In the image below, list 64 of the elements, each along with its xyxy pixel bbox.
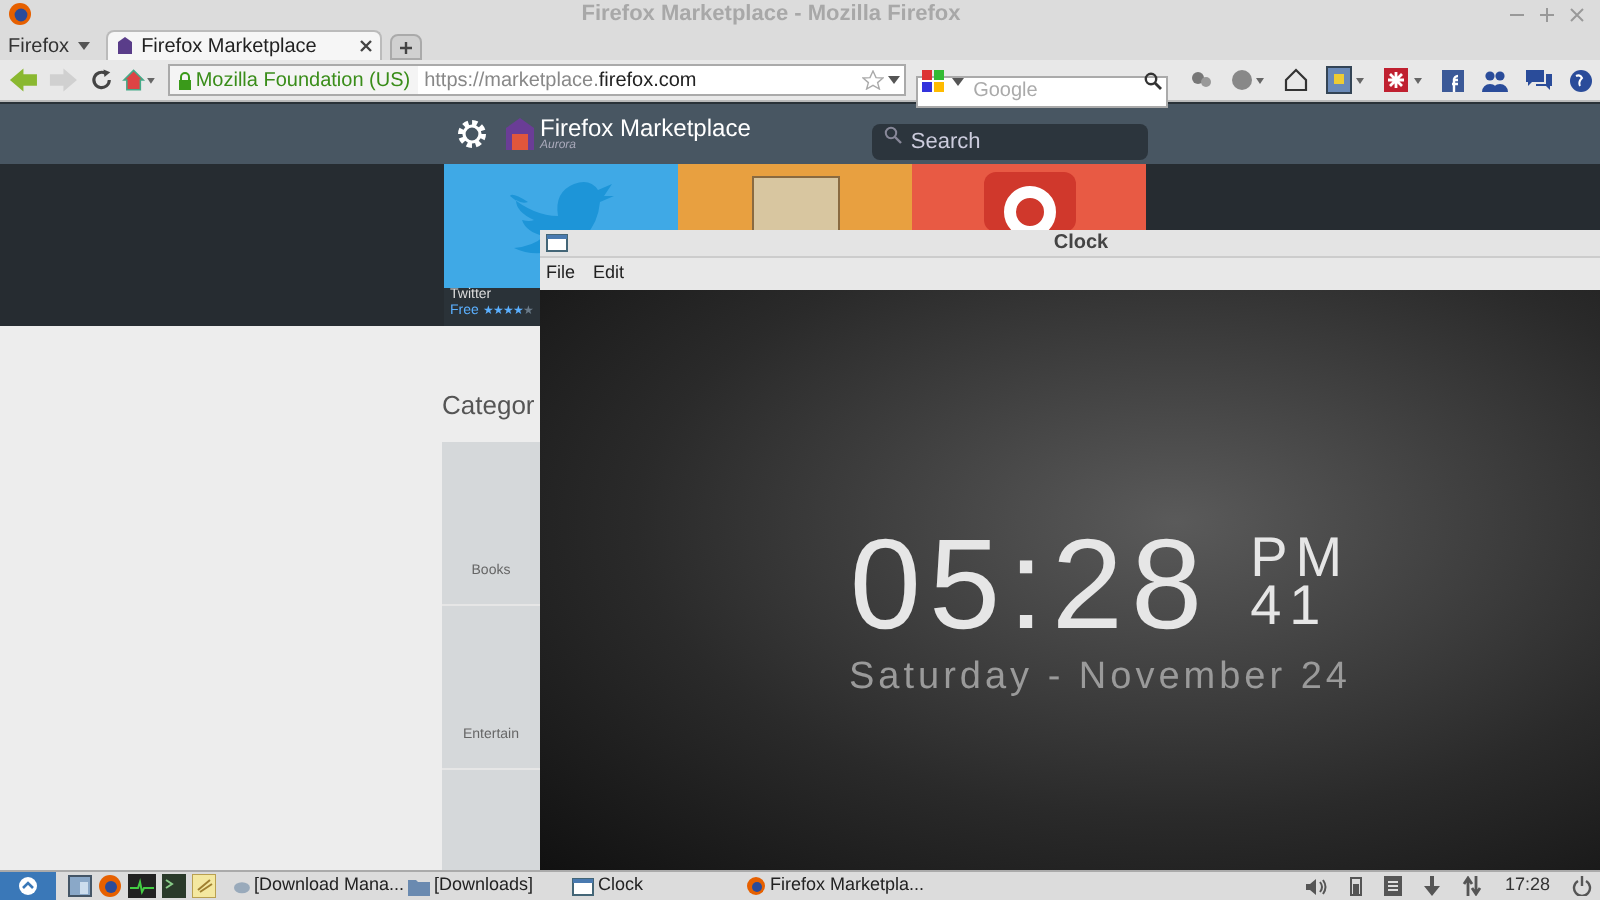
tab-label: Firefox Marketplace bbox=[141, 33, 319, 61]
terminal-icon[interactable] bbox=[162, 874, 186, 898]
chat-bubbles-icon[interactable] bbox=[1525, 69, 1552, 91]
caret-icon[interactable] bbox=[887, 76, 900, 84]
people-icon[interactable] bbox=[1481, 69, 1508, 91]
network-arrows-icon[interactable] bbox=[1462, 876, 1483, 896]
taskbar-task[interactable]: Firefox Marketpla... bbox=[746, 872, 946, 900]
web-search-input[interactable]: Google bbox=[915, 75, 1168, 107]
categories-heading: Categor bbox=[442, 388, 537, 424]
firefox-menu-button[interactable]: Firefox bbox=[0, 32, 98, 60]
speaker-icon[interactable] bbox=[1306, 877, 1329, 895]
add-on-icon[interactable] bbox=[1229, 68, 1266, 92]
firefox-logo-icon bbox=[8, 2, 32, 26]
clock-time[interactable]: 17:28 bbox=[1504, 872, 1550, 900]
new-tab-button[interactable] bbox=[389, 34, 422, 60]
search-icon[interactable] bbox=[1143, 72, 1162, 90]
reload-icon[interactable] bbox=[89, 68, 113, 92]
ring-logo-icon bbox=[983, 172, 1075, 232]
url-text: https://marketplace.firefox.com bbox=[422, 67, 697, 95]
url-field[interactable]: Mozilla Foundation (US) https://marketplace.firefox.com bbox=[167, 64, 906, 96]
cross-icon[interactable] bbox=[1383, 68, 1424, 92]
cloud-download-icon bbox=[234, 877, 250, 895]
extension-icon[interactable] bbox=[1189, 69, 1212, 91]
tab-favicon-icon bbox=[115, 36, 134, 56]
caret-icon[interactable] bbox=[951, 77, 964, 85]
clock-time-display: 05:28 bbox=[849, 534, 1211, 634]
caret-icon bbox=[77, 42, 90, 50]
padlock-icon bbox=[177, 71, 192, 89]
settings-icon[interactable] bbox=[456, 118, 488, 150]
bookmark-book-icon[interactable] bbox=[1325, 66, 1366, 94]
date-display: Saturday - November 24 bbox=[849, 654, 1351, 702]
folder-icon bbox=[408, 877, 430, 895]
download-arrow-icon[interactable] bbox=[1424, 876, 1441, 896]
firefox-icon[interactable] bbox=[98, 874, 122, 898]
document-icon[interactable] bbox=[1384, 876, 1403, 896]
plus-icon bbox=[399, 41, 412, 53]
seconds-display: 41 bbox=[1250, 582, 1329, 630]
window-icon bbox=[572, 877, 594, 895]
power-icon[interactable] bbox=[1572, 876, 1592, 896]
firefox-icon bbox=[746, 876, 766, 896]
system-monitor-icon[interactable] bbox=[128, 874, 156, 898]
taskbar-task[interactable]: Clock bbox=[572, 872, 742, 900]
file-manager-icon[interactable] bbox=[68, 874, 92, 898]
bookmark-star-icon[interactable] bbox=[861, 70, 884, 90]
taskbar-task[interactable]: [Download Mana... bbox=[234, 872, 404, 900]
site-identity[interactable]: Mozilla Foundation (US) bbox=[169, 66, 419, 94]
clock-window-title: Clock bbox=[1053, 232, 1109, 254]
marketplace-logo-text[interactable]: Firefox Marketplace bbox=[540, 116, 751, 140]
taskbar-task[interactable]: [Downloads] bbox=[408, 872, 568, 900]
playing-cards-picture bbox=[751, 176, 839, 232]
browser-tab[interactable]: Firefox Marketplace bbox=[105, 30, 382, 60]
facebook-icon[interactable] bbox=[1441, 69, 1464, 91]
start-menu-button[interactable] bbox=[0, 872, 56, 900]
google-logo-icon bbox=[921, 70, 944, 92]
notes-icon[interactable] bbox=[192, 874, 216, 898]
home-outline-icon[interactable] bbox=[1283, 68, 1308, 92]
meridiem-label: PM bbox=[1250, 534, 1351, 582]
close-tab-icon[interactable] bbox=[359, 40, 372, 52]
battery-icon[interactable] bbox=[1350, 876, 1363, 896]
marketplace-search-input[interactable]: Search bbox=[872, 124, 1149, 160]
window-icon bbox=[546, 234, 568, 252]
menu-item[interactable]: File bbox=[546, 260, 576, 288]
search-icon bbox=[884, 126, 903, 144]
menu-item[interactable]: Edit bbox=[593, 260, 625, 288]
